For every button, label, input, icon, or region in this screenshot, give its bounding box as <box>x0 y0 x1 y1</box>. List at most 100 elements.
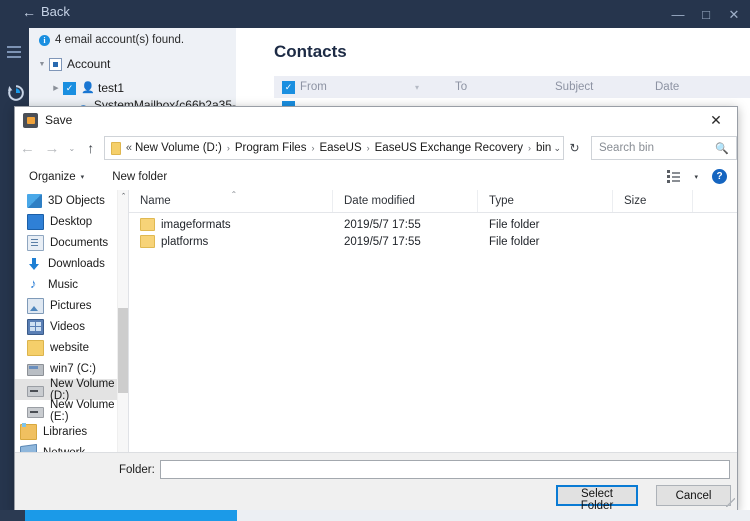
nav-item-downloads[interactable]: Downloads <box>15 253 129 274</box>
help-icon[interactable]: ? <box>712 169 727 184</box>
expander-icon[interactable]: ▼ <box>35 61 49 68</box>
breadcrumb-item-4[interactable]: bin <box>536 142 551 154</box>
column-header-to[interactable]: To <box>455 81 555 93</box>
file-date-cell: 2019/5/7 17:55 <box>333 219 478 231</box>
nav-up-icon[interactable]: ↑ <box>79 141 102 155</box>
search-input[interactable]: Search bin 🔍 <box>591 136 737 160</box>
hard-drive-icon <box>27 407 44 418</box>
view-chevron-down-icon[interactable]: ▾ <box>694 173 698 181</box>
save-dialog: Save ✕ ← → ⌄ ↑ « New Volume (D:) › Progr… <box>14 106 738 511</box>
checkbox-checked-icon[interactable]: ✓ <box>63 82 76 95</box>
desktop-icon <box>27 214 44 230</box>
nav-item-win7-c[interactable]: win7 (C:) <box>15 358 129 379</box>
view-layout-icon[interactable] <box>667 170 680 183</box>
window-controls: — □ ✕ <box>670 0 742 28</box>
file-type-cell: File folder <box>478 219 613 231</box>
maximize-icon[interactable]: □ <box>698 8 714 21</box>
resize-grip[interactable] <box>726 498 735 507</box>
new-folder-button[interactable]: New folder <box>112 171 167 183</box>
file-list-header: ⌃ Name Date modified Type Size <box>129 190 737 213</box>
dialog-content: 3D Objects Desktop Documents Downloads M… <box>15 190 737 452</box>
column-header-subject[interactable]: Subject <box>555 81 655 93</box>
select-all-checkbox[interactable]: ✓ <box>282 81 295 94</box>
downloads-icon <box>27 257 42 271</box>
nav-item-music[interactable]: Music <box>15 274 129 295</box>
nav-item-label: Downloads <box>48 258 105 270</box>
history-icon[interactable] <box>7 84 25 102</box>
breadcrumb-separator: › <box>367 143 370 153</box>
hard-drive-icon <box>27 386 44 397</box>
file-name-label: platforms <box>161 236 208 248</box>
expander-icon[interactable]: ▶ <box>49 84 63 92</box>
breadcrumb-dropdown-icon[interactable]: ⌄ <box>551 143 563 154</box>
select-folder-button[interactable]: Select Folder <box>556 485 638 506</box>
nav-forward-icon[interactable]: → <box>40 141 65 156</box>
nav-back-icon[interactable]: ← <box>15 141 40 156</box>
file-name-cell[interactable]: platforms <box>129 235 333 248</box>
file-name-cell[interactable]: imageformats <box>129 218 333 231</box>
organize-label: Organize <box>29 171 76 183</box>
folder-icon <box>27 340 44 356</box>
nav-item-new-volume-d[interactable]: New Volume (D:) <box>15 379 129 400</box>
back-button[interactable]: ← Back <box>22 4 70 19</box>
hard-drive-icon <box>27 364 44 376</box>
nav-item-website[interactable]: website <box>15 337 129 358</box>
screen-root: ← Back — □ ✕ i 4 email account(s) found. <box>0 0 750 521</box>
magnifier-icon[interactable]: 🔍 <box>715 142 729 155</box>
sort-ascending-icon: ⌃ <box>231 190 238 199</box>
dialog-close-icon[interactable]: ✕ <box>695 107 737 133</box>
column-header-name-label: Name <box>140 195 171 207</box>
minimize-icon[interactable]: — <box>670 8 686 21</box>
folder-input[interactable] <box>160 460 730 479</box>
refresh-icon[interactable]: ↻ <box>564 141 585 155</box>
nav-item-label: 3D Objects <box>48 195 105 207</box>
breadcrumb-item-2[interactable]: EaseUS <box>319 142 361 154</box>
square-node-icon <box>49 58 62 71</box>
videos-icon <box>27 319 44 335</box>
nav-item-new-volume-e[interactable]: New Volume (E:) <box>15 400 129 421</box>
column-header-type[interactable]: Type <box>478 190 613 212</box>
breadcrumb-item-0[interactable]: New Volume (D:) <box>135 142 222 154</box>
breadcrumb-item-1[interactable]: Program Files <box>235 142 307 154</box>
list-icon[interactable] <box>7 46 23 61</box>
table-row[interactable]: imageformats 2019/5/7 17:55 File folder <box>129 216 737 233</box>
nav-item-network[interactable]: Network <box>15 442 129 452</box>
nav-item-documents[interactable]: Documents <box>15 232 129 253</box>
dialog-navbar: ← → ⌄ ↑ « New Volume (D:) › Program File… <box>15 133 737 163</box>
file-date-cell: 2019/5/7 17:55 <box>333 236 478 248</box>
new-folder-label: New folder <box>112 171 167 183</box>
column-header-name[interactable]: ⌃ Name <box>129 190 333 212</box>
cancel-button[interactable]: Cancel <box>656 485 731 506</box>
sort-caret-icon[interactable]: ▾ <box>415 83 455 92</box>
toolbar-right-group: ▾ ? <box>667 163 727 190</box>
column-header-from[interactable]: From <box>300 81 415 93</box>
breadcrumb-item-3[interactable]: EaseUS Exchange Recovery <box>375 142 523 154</box>
progress-bar-fill <box>25 510 237 521</box>
column-header-size[interactable]: Size <box>613 190 693 212</box>
breadcrumb[interactable]: « New Volume (D:) › Program Files › Ease… <box>104 136 564 160</box>
3d-objects-icon <box>27 194 42 208</box>
back-arrow-icon: ← <box>22 5 36 19</box>
dialog-titlebar: Save ✕ <box>15 107 737 133</box>
column-header-date[interactable]: Date <box>655 81 745 93</box>
recent-locations-icon[interactable]: ⌄ <box>64 144 79 153</box>
nav-item-label: Videos <box>50 321 85 333</box>
nav-item-desktop[interactable]: Desktop <box>15 211 129 232</box>
table-row[interactable]: platforms 2019/5/7 17:55 File folder <box>129 233 737 250</box>
nav-item-videos[interactable]: Videos <box>15 316 129 337</box>
file-list-pane: ⌃ Name Date modified Type Size imageform… <box>129 190 737 452</box>
nav-item-pictures[interactable]: Pictures <box>15 295 129 316</box>
organize-button[interactable]: Organize ▾ <box>29 171 84 183</box>
nav-item-3d-objects[interactable]: 3D Objects <box>15 190 129 211</box>
file-name-label: imageformats <box>161 219 231 231</box>
close-icon[interactable]: ✕ <box>726 8 742 21</box>
breadcrumb-separator: › <box>311 143 314 153</box>
tree-item-test1[interactable]: ▶ ✓ 👤 test1 <box>29 76 236 100</box>
dialog-title: Save <box>45 113 72 127</box>
breadcrumb-overflow-icon[interactable]: « <box>126 142 132 154</box>
tree-item-account[interactable]: ▼ Account <box>29 52 236 76</box>
nav-item-libraries[interactable]: Libraries <box>15 421 129 442</box>
nav-item-label: Libraries <box>43 426 87 438</box>
libraries-icon <box>20 424 37 440</box>
column-header-date-modified[interactable]: Date modified <box>333 190 478 212</box>
